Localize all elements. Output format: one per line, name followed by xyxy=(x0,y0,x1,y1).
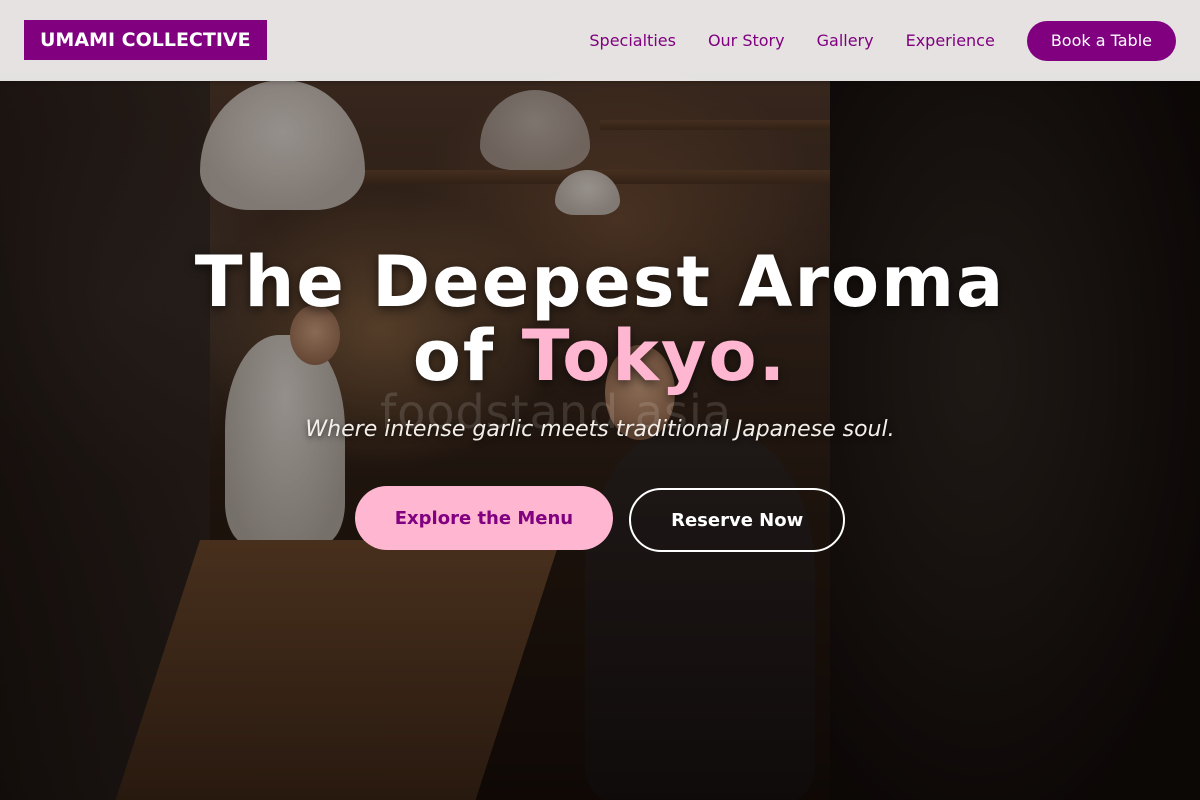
main-nav: Specialties Our Story Gallery Experience… xyxy=(589,0,1176,81)
site-header: UMAMI COLLECTIVE Specialties Our Story G… xyxy=(0,0,1200,81)
headline-line-2: of Tokyo. xyxy=(0,319,1200,393)
explore-menu-button[interactable]: Explore the Menu xyxy=(354,486,614,550)
nav-link-gallery[interactable]: Gallery xyxy=(817,31,874,50)
nav-link-our-story[interactable]: Our Story xyxy=(708,31,785,50)
hero-content: The Deepest Aroma of Tokyo. Where intens… xyxy=(0,245,1200,552)
headline-line-1: The Deepest Aroma xyxy=(194,241,1006,323)
brand-logo[interactable]: UMAMI COLLECTIVE xyxy=(24,20,267,60)
reserve-now-button[interactable]: Reserve Now xyxy=(629,488,846,552)
hero-cta-row: Explore the Menu Reserve Now xyxy=(0,484,1200,552)
nav-link-specialties[interactable]: Specialties xyxy=(589,31,676,50)
nav-link-experience[interactable]: Experience xyxy=(906,31,995,50)
headline-accent: Tokyo. xyxy=(521,315,788,397)
hero-headline: The Deepest Aroma of Tokyo. xyxy=(0,245,1200,393)
book-table-button[interactable]: Book a Table xyxy=(1026,20,1176,61)
headline-prefix: of xyxy=(412,315,522,397)
hero-tagline: Where intense garlic meets traditional J… xyxy=(305,417,895,442)
